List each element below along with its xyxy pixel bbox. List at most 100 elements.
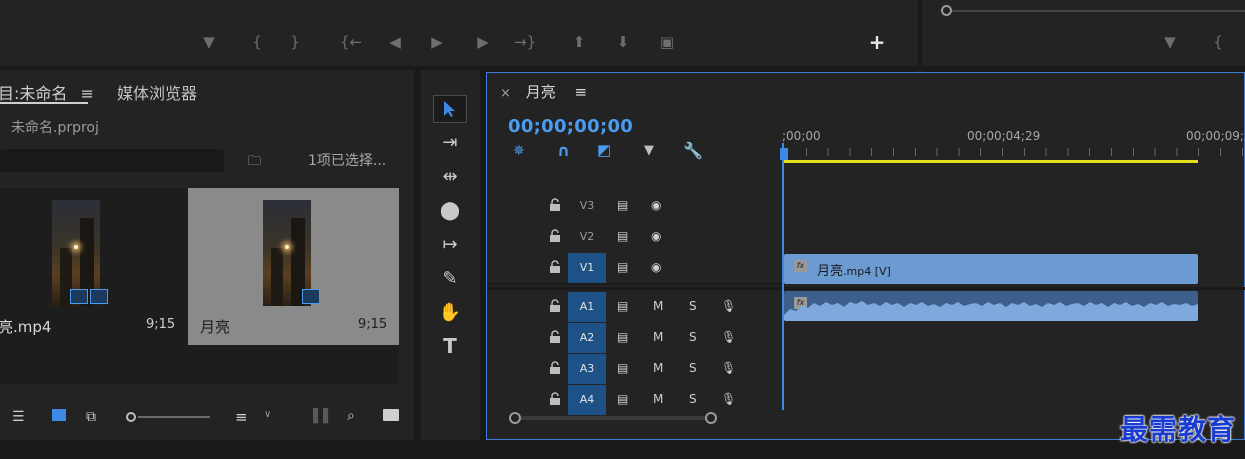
play-icon[interactable]: ▶ bbox=[426, 33, 448, 51]
sync-lock-icon[interactable]: ▤ bbox=[617, 299, 628, 313]
tab-project[interactable]: 目:未命名 ≡ bbox=[0, 80, 94, 104]
timeline-zoom-scrollbar[interactable] bbox=[509, 411, 717, 425]
scrub-handle[interactable] bbox=[941, 5, 952, 16]
track-label[interactable]: A3 bbox=[568, 354, 606, 384]
mark-in-icon[interactable]: { bbox=[246, 33, 268, 51]
moon bbox=[74, 245, 78, 249]
track-label[interactable]: A1 bbox=[568, 292, 606, 322]
microphone-icon[interactable]: 🎙 bbox=[721, 392, 736, 406]
zoom-slider-track[interactable] bbox=[138, 416, 210, 418]
list-view-icon[interactable]: ☰ bbox=[12, 409, 25, 425]
lock-icon[interactable] bbox=[549, 198, 561, 212]
video-clip[interactable]: fx 月亮.mp4 [V] bbox=[784, 254, 1198, 284]
clip-card[interactable]: 亮.mp4 9;15 bbox=[0, 188, 211, 345]
solo-button[interactable]: S bbox=[689, 392, 697, 406]
new-search-bin-icon[interactable]: 🗀 bbox=[248, 152, 261, 174]
selection-status: 1项已选择... bbox=[308, 153, 387, 169]
snap-icon[interactable]: ∩ bbox=[557, 141, 570, 160]
search-icon[interactable]: ⌕ bbox=[347, 408, 355, 424]
mute-button[interactable]: M bbox=[653, 330, 663, 344]
scrub-track[interactable] bbox=[946, 10, 1245, 12]
ripple-edit-tool[interactable]: ⇹ bbox=[433, 162, 467, 190]
lock-icon[interactable] bbox=[549, 229, 561, 243]
linked-selection-icon[interactable]: ◩ bbox=[597, 141, 611, 159]
step-forward-icon[interactable]: ▶ bbox=[472, 33, 494, 51]
type-tool[interactable]: T bbox=[433, 332, 467, 360]
add-marker-icon[interactable]: ▼ bbox=[644, 143, 654, 158]
sync-lock-icon[interactable]: ▤ bbox=[617, 260, 628, 274]
ruler-ticks bbox=[784, 148, 1245, 156]
lock-icon[interactable] bbox=[549, 330, 561, 344]
export-frame-icon[interactable]: ▣ bbox=[656, 33, 678, 51]
search-input[interactable] bbox=[0, 149, 224, 172]
scrollbar-right-handle[interactable] bbox=[705, 412, 717, 424]
solo-button[interactable]: S bbox=[689, 361, 697, 375]
insert-sequence-as-nest-icon[interactable]: ✵ bbox=[513, 143, 525, 159]
tab-project-label: 目:未命名 bbox=[0, 84, 68, 103]
eye-icon[interactable]: ◉ bbox=[651, 260, 661, 274]
lock-icon[interactable] bbox=[549, 392, 561, 406]
tab-media-browser[interactable]: 媒体浏览器 bbox=[117, 80, 197, 104]
solo-button[interactable]: S bbox=[689, 299, 697, 313]
settings-wrench-icon[interactable]: 🔧 bbox=[683, 141, 703, 160]
scrollbar-left-handle[interactable] bbox=[509, 412, 521, 424]
chevron-down-icon[interactable]: ∨ bbox=[264, 409, 271, 420]
mute-button[interactable]: M bbox=[653, 299, 663, 313]
selection-tool[interactable] bbox=[433, 95, 467, 123]
tab-sequence[interactable]: × 月亮 ≡ bbox=[500, 81, 587, 102]
playhead-timecode[interactable]: 00;00;00;00 bbox=[508, 116, 633, 137]
track-label[interactable]: V1 bbox=[568, 253, 606, 283]
extract-icon[interactable]: ⬇ bbox=[612, 33, 634, 51]
clip-card-selected[interactable]: 月亮 9;15 bbox=[188, 188, 399, 345]
go-to-in-icon[interactable]: {← bbox=[340, 33, 362, 51]
microphone-icon[interactable]: 🎙 bbox=[721, 361, 736, 375]
clip-label-name: 月亮 bbox=[817, 264, 844, 279]
slip-tool[interactable]: ↦ bbox=[433, 230, 467, 258]
track-label[interactable]: A2 bbox=[568, 323, 606, 353]
lock-icon[interactable] bbox=[549, 361, 561, 375]
track-label[interactable]: V2 bbox=[568, 222, 606, 252]
sync-lock-icon[interactable]: ▤ bbox=[617, 361, 628, 375]
add-marker-icon[interactable]: ▼ bbox=[198, 33, 220, 51]
freeform-view-icon[interactable]: ⧉ bbox=[86, 409, 96, 425]
eye-icon[interactable]: ◉ bbox=[651, 198, 661, 212]
sync-lock-icon[interactable]: ▤ bbox=[617, 229, 628, 243]
microphone-icon[interactable]: 🎙 bbox=[721, 330, 736, 344]
zoom-slider-handle[interactable] bbox=[126, 412, 136, 422]
playhead-line[interactable] bbox=[782, 143, 784, 410]
lock-icon[interactable] bbox=[549, 260, 561, 274]
pen-tool[interactable]: ✎ bbox=[433, 264, 467, 292]
fx-badge[interactable]: fx bbox=[794, 260, 807, 272]
go-to-out-icon[interactable]: →} bbox=[514, 33, 536, 51]
sync-lock-icon[interactable]: ▤ bbox=[617, 392, 628, 406]
track-select-tool[interactable]: ⇥ bbox=[433, 128, 467, 156]
mark-out-icon[interactable]: } bbox=[284, 33, 306, 51]
sort-icon[interactable]: ≡ bbox=[235, 408, 248, 426]
hand-tool[interactable]: ✋ bbox=[433, 298, 467, 326]
sync-lock-icon[interactable]: ▤ bbox=[617, 198, 628, 212]
mark-in-icon[interactable]: { bbox=[1207, 33, 1229, 51]
mute-button[interactable]: M bbox=[653, 392, 663, 406]
close-icon[interactable]: × bbox=[500, 86, 511, 101]
scrollbar-thumb[interactable] bbox=[521, 416, 707, 420]
new-bin-icon[interactable] bbox=[383, 409, 399, 421]
panel-menu-icon[interactable]: ≡ bbox=[81, 84, 94, 103]
time-ruler[interactable]: ;00;00 00;00;04;29 00;00;09; bbox=[780, 123, 1245, 167]
video-audio-divider[interactable] bbox=[487, 287, 1245, 290]
work-area-bar[interactable] bbox=[784, 160, 1198, 163]
eye-icon[interactable]: ◉ bbox=[651, 229, 661, 243]
add-marker-icon[interactable]: ▼ bbox=[1159, 33, 1181, 51]
mute-button[interactable]: M bbox=[653, 361, 663, 375]
sync-lock-icon[interactable]: ▤ bbox=[617, 330, 628, 344]
audio-clip[interactable]: fx bbox=[784, 291, 1198, 321]
icon-view-icon[interactable] bbox=[52, 409, 66, 421]
add-button-icon[interactable]: + bbox=[866, 32, 888, 52]
lock-icon[interactable] bbox=[549, 299, 561, 313]
razor-tool[interactable]: ⬤ bbox=[433, 196, 467, 224]
step-back-icon[interactable]: ◀ bbox=[384, 33, 406, 51]
track-label[interactable]: V3 bbox=[568, 191, 606, 221]
panel-menu-icon[interactable]: ≡ bbox=[574, 83, 587, 101]
lift-icon[interactable]: ⬆ bbox=[566, 33, 592, 51]
solo-button[interactable]: S bbox=[689, 330, 697, 344]
microphone-icon[interactable]: 🎙 bbox=[721, 299, 736, 313]
